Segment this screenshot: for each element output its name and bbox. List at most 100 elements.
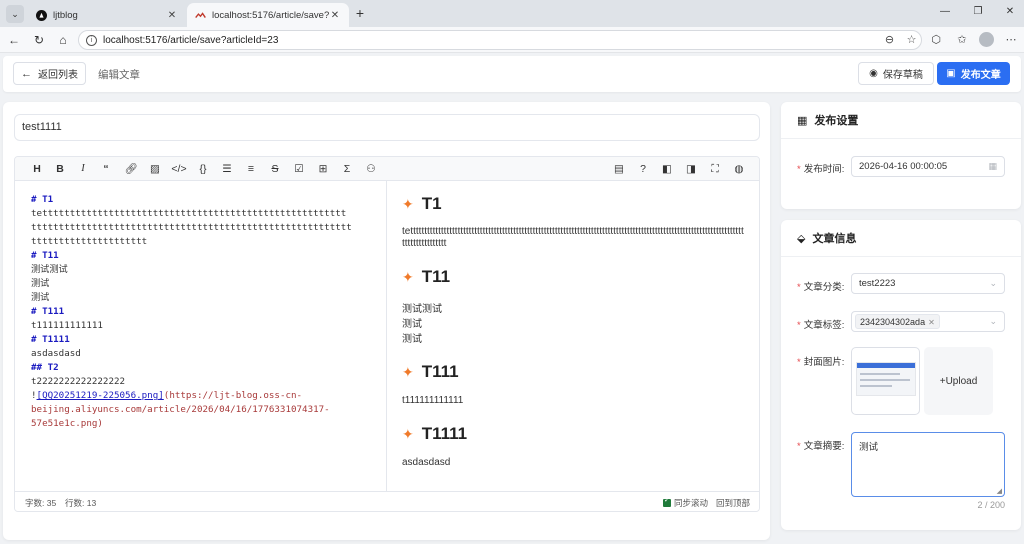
- preview-heading: ✦ T1111: [402, 421, 759, 447]
- summary-value: 测试: [859, 442, 879, 453]
- github-icon[interactable]: ◍: [731, 161, 747, 177]
- sync-scroll-toggle[interactable]: 同步滚动: [663, 496, 708, 509]
- calendar-icon: ▦: [797, 114, 808, 127]
- summary-textarea[interactable]: 测试 ◢: [851, 432, 1005, 497]
- browser-tab-ljtblog[interactable]: ljtblog ✕: [28, 3, 186, 27]
- upload-button[interactable]: +Upload: [924, 347, 993, 415]
- browser-tab-editor[interactable]: localhost:5176/article/save?articleId=23…: [187, 3, 349, 27]
- source-line: t111111111111: [31, 320, 103, 331]
- bold-icon[interactable]: B: [52, 161, 68, 177]
- resize-grip-icon[interactable]: ◢: [997, 487, 1002, 495]
- minimize-icon[interactable]: —: [938, 6, 952, 17]
- remove-tag-icon[interactable]: ✕: [928, 318, 935, 327]
- image-icon[interactable]: ▨: [147, 161, 163, 177]
- back-button-label: 返回列表: [38, 70, 78, 81]
- source-line: tetttttttttttttttttttttttttttttttttttttt…: [31, 208, 347, 219]
- home-icon[interactable]: ⌂: [55, 32, 71, 48]
- publish-button[interactable]: ▣ 发布文章: [937, 62, 1010, 85]
- code-icon[interactable]: </>: [171, 161, 187, 177]
- heading-icon[interactable]: H: [29, 161, 45, 177]
- fullscreen-icon[interactable]: ⛶: [707, 161, 723, 177]
- publish-time-label: * 发布时间:: [797, 164, 845, 175]
- markdown-source-pane[interactable]: # T1 tetttttttttttttttttttttttttttttttttt…: [15, 181, 387, 491]
- url-field[interactable]: i localhost:5176/article/save?articleId=…: [78, 30, 922, 50]
- preview-heading: ✦ T1: [402, 191, 759, 217]
- chevron-down-icon: ⌄: [989, 278, 997, 288]
- preview-heading-text: T11: [421, 267, 451, 286]
- unordered-list-icon[interactable]: ☰: [219, 161, 235, 177]
- strikethrough-icon[interactable]: S: [267, 161, 283, 177]
- summary-char-counter: 2 / 200: [977, 500, 1005, 510]
- favorites-icon[interactable]: ✩: [954, 32, 970, 48]
- panel-header: ⬙ 文章信息: [781, 220, 1021, 257]
- tags-select[interactable]: 2342304302ada ✕ ⌄: [851, 311, 1005, 332]
- close-window-icon[interactable]: ✕: [1003, 6, 1017, 17]
- source-image-url: beijing.aliyuncs.com/article/2026/04/16/…: [31, 404, 330, 415]
- close-tab-icon[interactable]: ✕: [329, 10, 341, 21]
- publish-time-picker[interactable]: 2026-04-16 00:00:05 ▦: [851, 156, 1005, 177]
- browser-tab-bar: ⌄ ljtblog ✕ localhost:5176/article/save?…: [0, 0, 1024, 27]
- more-icon[interactable]: ⋯: [1003, 32, 1019, 48]
- save-draft-button[interactable]: ◉ 保存草稿: [858, 62, 934, 85]
- tab-actions-menu-icon[interactable]: ⌄: [6, 5, 24, 23]
- italic-icon[interactable]: I: [75, 161, 91, 177]
- tag-chip-text: 2342304302ada: [860, 317, 926, 327]
- editor-toolbar: H B I “ 🔗︎ ▨ </> {} ☰ ≡ S ☑ ⊞ Σ ⚇ ▤ ? ◧ …: [15, 157, 759, 181]
- preview-paragraph: asdasdasd: [402, 457, 451, 468]
- eye-icon: ◉: [869, 68, 878, 79]
- favorite-star-icon[interactable]: ☆: [905, 34, 918, 47]
- profile-avatar[interactable]: [979, 32, 994, 47]
- chevron-down-icon: ⌄: [989, 316, 997, 326]
- heading-star-icon: ✦: [402, 195, 414, 212]
- task-list-icon[interactable]: ☑: [291, 161, 307, 177]
- back-to-top-button[interactable]: 回到顶部: [716, 497, 750, 509]
- panel-title: 发布设置: [814, 115, 859, 127]
- source-image-line: ![QQ20251219-225056.png](https://ljt-blo…: [31, 390, 303, 401]
- back-to-list-button[interactable]: ← 返回列表: [13, 62, 86, 85]
- cover-image-thumbnail[interactable]: [851, 347, 920, 415]
- page-title: 编辑文章: [98, 69, 140, 81]
- source-heading-line: # T11: [31, 250, 59, 261]
- link-icon[interactable]: 🔗︎: [123, 161, 139, 177]
- quote-icon[interactable]: “: [98, 161, 114, 177]
- restore-icon[interactable]: ❐: [971, 6, 985, 17]
- browser-address-bar: ← ↻ ⌂ i localhost:5176/article/save?arti…: [0, 27, 1024, 53]
- extensions-icon[interactable]: ⬡: [928, 32, 944, 48]
- reload-icon[interactable]: ↻: [31, 32, 47, 48]
- source-heading-line: # T1: [31, 194, 54, 205]
- article-title-input[interactable]: test1111: [14, 114, 760, 141]
- toggle-toc-icon[interactable]: ◨: [683, 161, 699, 177]
- source-line: 测试: [31, 278, 50, 289]
- category-select[interactable]: test2223 ⌄: [851, 273, 1005, 294]
- preview-heading-text: T1111: [421, 424, 468, 443]
- summary-label: * 文章摘要:: [797, 441, 845, 452]
- preview-heading-text: T1: [421, 194, 442, 213]
- reader-mode-icon[interactable]: ⊖: [883, 34, 896, 47]
- source-line: tttttttttttttttttttttttttttttttttttttttt…: [31, 222, 352, 233]
- formula-icon[interactable]: Σ: [339, 161, 355, 177]
- preview-only-icon[interactable]: ◧: [659, 161, 675, 177]
- site-info-icon[interactable]: i: [86, 34, 97, 46]
- cheatsheet-icon[interactable]: ▤: [611, 161, 627, 177]
- back-arrow-icon[interactable]: ←: [6, 32, 22, 48]
- help-icon[interactable]: ?: [635, 161, 651, 177]
- source-heading-line: # T1111: [31, 334, 70, 345]
- panel-header: ▦ 发布设置: [781, 102, 1021, 139]
- category-value: test2223: [859, 278, 896, 289]
- new-tab-icon[interactable]: +: [352, 5, 368, 21]
- preview-paragraph: t111111111111: [402, 395, 464, 406]
- preview-paragraph: tetttttttttttttttttttttttttttttttttttttt…: [402, 226, 744, 249]
- sync-scroll-checkbox[interactable]: [663, 496, 671, 507]
- diagram-icon[interactable]: ⚇: [363, 161, 379, 177]
- calendar-icon: ▦: [988, 161, 997, 171]
- table-icon[interactable]: ⊞: [315, 161, 331, 177]
- preview-line: 测试测试: [402, 304, 442, 315]
- word-count: 字数: 35: [25, 498, 57, 508]
- line-count: 行数: 13: [65, 498, 97, 508]
- close-tab-icon[interactable]: ✕: [166, 10, 178, 21]
- source-image-link-text: [QQ20251219-225056.png]: [36, 390, 164, 401]
- save-draft-label: 保存草稿: [882, 70, 923, 81]
- preview-line: 测试: [402, 334, 422, 345]
- code-block-icon[interactable]: {}: [195, 161, 211, 177]
- ordered-list-icon[interactable]: ≡: [243, 161, 259, 177]
